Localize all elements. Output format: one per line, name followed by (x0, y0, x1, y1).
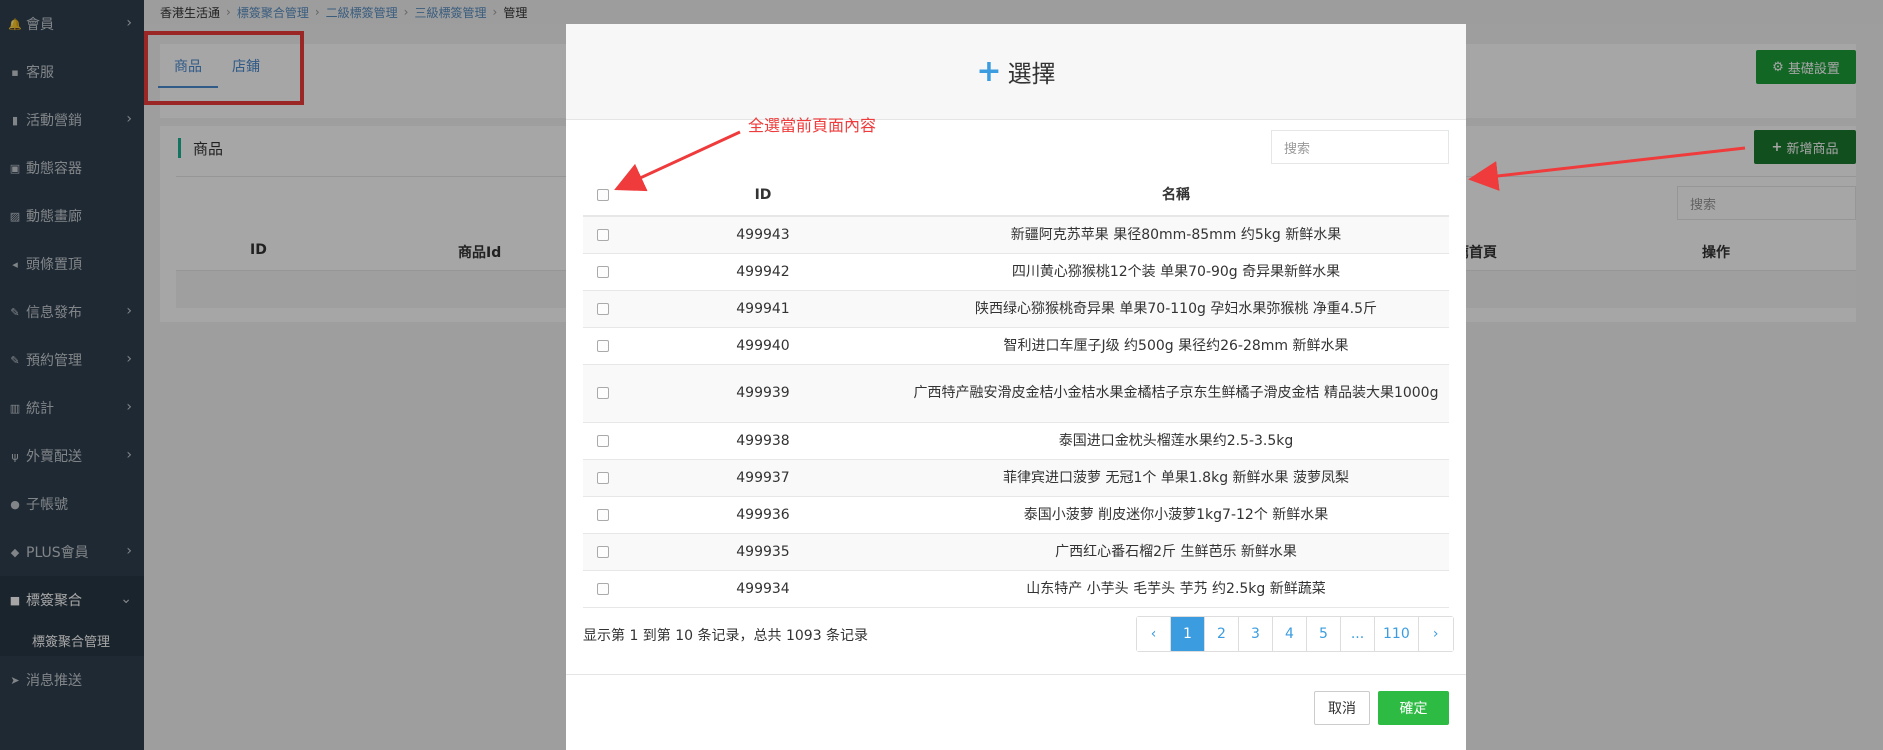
confirm-button[interactable]: 確定 (1378, 691, 1449, 725)
page-button[interactable]: 5 (1307, 617, 1341, 651)
table-row[interactable]: 499936 泰国小菠萝 削皮迷你小菠萝1kg7-12个 新鲜水果 (583, 496, 1449, 533)
select-modal: + 選擇 搜索 ID 名稱 499943 新疆阿克苏苹果 果径80mm-85mm … (566, 24, 1466, 750)
table-row[interactable]: 499939 广西特产融安滑皮金桔小金桔水果金橘桔子京东生鲜橘子滑皮金桔 精品装大… (583, 364, 1449, 422)
annotation-label: 全選當前頁面內容 (748, 116, 877, 135)
row-id: 499943 (736, 226, 790, 243)
pagination: ‹ 1 2 3 4 5... 110 › (1136, 616, 1454, 652)
row-id: 499938 (736, 432, 790, 449)
table-row[interactable]: 499938 泰国进口金枕头榴莲水果约2.5-3.5kg (583, 422, 1449, 459)
row-checkbox[interactable] (597, 582, 609, 595)
row-id: 499937 (736, 469, 790, 486)
row-name: 陕西绿心猕猴桃奇异果 单果70-110g 孕妇水果弥猴桃 净重4.5斤 (974, 300, 1378, 317)
row-name: 四川黄心猕猴桃12个装 单果70-90g 奇异果新鲜水果 (1011, 263, 1341, 280)
row-checkbox[interactable] (597, 434, 609, 447)
table-row[interactable]: 499934 山东特产 小芋头 毛芋头 芋艿 约2.5kg 新鲜蔬菜 (583, 570, 1449, 607)
row-checkbox[interactable] (597, 265, 609, 278)
row-name: 广西特产融安滑皮金桔小金桔水果金橘桔子京东生鲜橘子滑皮金桔 精品装大果1000g (913, 385, 1439, 401)
row-checkbox[interactable] (597, 339, 609, 352)
row-name: 广西红心番石榴2斤 生鲜芭乐 新鲜水果 (1055, 543, 1297, 560)
row-id: 499936 (736, 506, 790, 523)
table-row[interactable]: 499935 广西红心番石榴2斤 生鲜芭乐 新鲜水果 (583, 533, 1449, 570)
prev-page-button[interactable]: ‹ (1137, 617, 1171, 651)
row-id: 499940 (736, 337, 790, 354)
page-button: ... (1341, 617, 1375, 651)
table-row[interactable]: 499937 菲律宾进口菠萝 无冠1个 单果1.8kg 新鲜水果 菠萝凤梨 (583, 459, 1449, 496)
table-row[interactable]: 499942 四川黄心猕猴桃12个装 单果70-90g 奇异果新鲜水果 (583, 253, 1449, 290)
page-button[interactable]: 3 (1239, 617, 1273, 651)
row-id: 499939 (736, 385, 790, 401)
column-header-id: ID (754, 186, 772, 203)
row-checkbox[interactable] (597, 387, 609, 399)
modal-search-input[interactable]: 搜索 (1271, 130, 1449, 164)
table-row[interactable]: 499940 智利进口车厘子J级 约500g 果径约26-28mm 新鲜水果 (583, 327, 1449, 364)
page-button[interactable]: 2 (1205, 617, 1239, 651)
next-page-button[interactable]: › (1418, 617, 1453, 651)
modal-title: 選擇 (1007, 60, 1056, 88)
row-name: 菲律宾进口菠萝 无冠1个 单果1.8kg 新鲜水果 菠萝凤梨 (1003, 469, 1349, 486)
modal-header: + 選擇 (566, 24, 1466, 120)
cancel-button[interactable]: 取消 (1314, 691, 1370, 725)
page-button[interactable]: 4 (1273, 617, 1307, 651)
page-button[interactable]: 110 (1375, 617, 1419, 651)
row-name: 智利进口车厘子J级 约500g 果径约26-28mm 新鲜水果 (1003, 337, 1349, 354)
column-header-name: 名稱 (1162, 186, 1190, 203)
row-id: 499934 (736, 580, 790, 597)
row-checkbox[interactable] (597, 471, 609, 484)
pagination-info: 显示第 1 到第 10 条记录，总共 1093 条记录 (583, 628, 869, 644)
row-checkbox[interactable] (597, 228, 609, 241)
row-checkbox[interactable] (597, 302, 609, 315)
row-checkbox[interactable] (597, 508, 609, 521)
table-row[interactable]: 499941 陕西绿心猕猴桃奇异果 单果70-110g 孕妇水果弥猴桃 净重4.5… (583, 290, 1449, 327)
row-id: 499941 (736, 300, 790, 317)
row-id: 499935 (736, 543, 790, 560)
select-all-checkbox[interactable] (597, 188, 609, 201)
row-name: 泰国小菠萝 削皮迷你小菠萝1kg7-12个 新鲜水果 (1023, 506, 1329, 523)
selection-table: ID 名稱 499943 新疆阿克苏苹果 果径80mm-85mm 约5kg 新鲜水… (583, 174, 1449, 608)
row-name: 新疆阿克苏苹果 果径80mm-85mm 约5kg 新鲜水果 (1010, 226, 1342, 243)
table-row[interactable]: 499943 新疆阿克苏苹果 果径80mm-85mm 约5kg 新鲜水果 (583, 216, 1449, 253)
page-button[interactable]: 1 (1171, 617, 1205, 651)
row-checkbox[interactable] (597, 545, 609, 558)
row-name: 泰国进口金枕头榴莲水果约2.5-3.5kg (1058, 432, 1294, 449)
plus-icon: + (976, 53, 1002, 89)
row-name: 山东特产 小芋头 毛芋头 芋艿 约2.5kg 新鲜蔬菜 (1026, 580, 1326, 597)
row-id: 499942 (736, 263, 790, 280)
